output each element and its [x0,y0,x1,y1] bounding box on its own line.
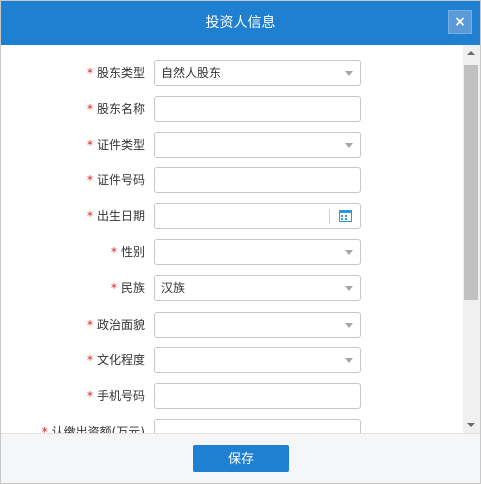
required-marker: * [86,389,93,403]
education-select[interactable] [154,347,361,373]
ethnicity-label: 民族 [120,281,145,295]
field-label: * 股东类型 [87,60,145,86]
form-row-shareholder-type: * 股东类型 自然人股东 [1,60,461,86]
form-row-ethnicity: * 民族 汉族 [1,275,461,301]
birth-date-input[interactable] [154,203,361,229]
field-label: * 证件类型 [87,132,145,158]
form-row-education: * 文化程度 [1,347,461,373]
shareholder-type-value: 自然人股东 [161,66,222,80]
field-label: * 民族 [111,275,145,301]
investor-info-dialog: 投资人信息 × * 股东类型 自然人股东 * 股东名称 * 证件类型 * 证件号码 * 出… [0,0,481,484]
field-label: * 股东名称 [87,96,145,122]
required-marker: * [41,425,48,433]
chevron-down-icon [345,250,353,255]
birth-date-label: 出生日期 [96,209,145,223]
chevron-down-icon [345,71,353,76]
field-label: * 出生日期 [87,203,145,229]
id-number-label: 证件号码 [96,173,145,187]
form-row-political-status: * 政治面貌 [1,312,461,338]
required-marker: * [86,173,93,187]
required-marker: * [86,66,93,80]
shareholder-type-label: 股东类型 [96,66,145,80]
field-label: * 政治面貌 [87,312,145,338]
scroll-down-icon[interactable] [467,423,475,427]
field-label: * 手机号码 [87,383,145,409]
shareholder-name-label: 股东名称 [96,102,145,116]
political-status-label: 政治面貌 [96,318,145,332]
form-row-id-number: * 证件号码 [1,167,461,193]
chevron-down-icon [345,358,353,363]
required-marker: * [110,281,117,295]
required-marker: * [110,245,117,259]
form-row-birth-date: * 出生日期 [1,203,461,229]
vertical-scrollbar[interactable] [463,45,480,433]
id-type-select[interactable] [154,132,361,158]
required-marker: * [86,318,93,332]
chevron-down-icon [345,323,353,328]
divider [329,209,330,224]
field-label: * 文化程度 [87,347,145,373]
required-marker: * [86,138,93,152]
ethnicity-value: 汉族 [161,281,186,295]
required-marker: * [86,209,93,223]
field-label: * 证件号码 [87,167,145,193]
shareholder-type-select[interactable]: 自然人股东 [154,60,361,86]
form-row-shareholder-name: * 股东名称 [1,96,461,122]
dialog-footer: 保存 [1,433,480,483]
form-row-subscribed-capital: * 认缴出资额(万元) [1,419,461,433]
scrollbar-thumb[interactable] [464,65,478,300]
gender-select[interactable] [154,239,361,265]
ethnicity-select[interactable]: 汉族 [154,275,361,301]
field-label: * 认缴出资额(万元) [42,419,145,433]
mobile-label: 手机号码 [96,389,145,403]
close-button[interactable]: × [448,10,472,34]
mobile-input[interactable] [154,383,361,409]
shareholder-name-input[interactable] [154,96,361,122]
required-marker: * [86,102,93,116]
form-row-id-type: * 证件类型 [1,132,461,158]
education-label: 文化程度 [96,353,145,367]
subscribed-capital-label: 认缴出资额(万元) [51,425,145,433]
dialog-title: 投资人信息 [205,15,276,31]
form-row-mobile: * 手机号码 [1,383,461,409]
gender-label: 性别 [120,245,145,259]
calendar-icon[interactable] [339,210,352,222]
subscribed-capital-input[interactable] [154,419,361,433]
political-status-select[interactable] [154,312,361,338]
scroll-up-icon[interactable] [467,51,475,55]
dialog-header: 投资人信息 × [1,1,480,45]
chevron-down-icon [345,286,353,291]
form-row-gender: * 性别 [1,239,461,265]
chevron-down-icon [345,143,353,148]
field-label: * 性别 [111,239,145,265]
id-type-label: 证件类型 [96,138,145,152]
form-body: * 股东类型 自然人股东 * 股东名称 * 证件类型 * 证件号码 * 出生日期 * 性别 … [1,45,480,433]
required-marker: * [86,353,93,367]
id-number-input[interactable] [154,167,361,193]
save-button[interactable]: 保存 [193,445,289,472]
